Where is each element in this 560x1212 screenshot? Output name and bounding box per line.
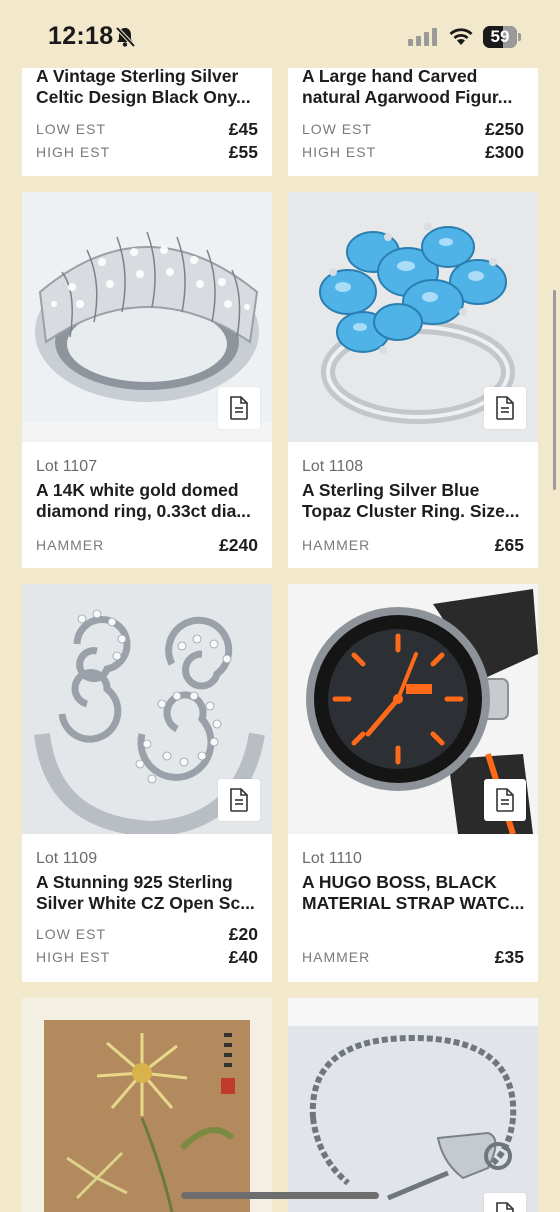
lot-image[interactable] — [288, 998, 538, 1212]
hammer-label: HAMMER — [302, 949, 371, 965]
low-est-value: £250 — [485, 119, 524, 139]
lot-image[interactable] — [22, 192, 272, 442]
high-est-value: £300 — [485, 142, 524, 162]
high-est-label: HIGH EST — [302, 144, 377, 160]
hammer-label: HAMMER — [36, 537, 105, 553]
document-icon — [496, 396, 514, 420]
lot-title: A 14K white gold domed diamond ring, 0.33… — [36, 480, 251, 521]
lot-number: Lot 1110 — [302, 850, 362, 867]
lot-title: A HUGO BOSS, BLACK MATERIAL STRAP WATC... — [302, 872, 525, 913]
status-time: 12:18 — [48, 22, 114, 50]
lot-card[interactable]: Lot 1109 A Stunning 925 Sterling Silver W… — [22, 584, 272, 982]
high-est-label: HIGH EST — [36, 949, 111, 965]
cellular-signal-icon — [408, 28, 437, 46]
scroll-indicator[interactable] — [553, 290, 556, 490]
high-est-value: £40 — [228, 947, 258, 967]
high-est-label: HIGH EST — [36, 144, 111, 160]
lot-number: Lot 1107 — [36, 458, 98, 475]
document-button[interactable] — [484, 779, 526, 821]
lot-image[interactable] — [288, 192, 538, 442]
hammer-label: HAMMER — [302, 537, 371, 553]
lot-number: Lot 1109 — [36, 850, 98, 867]
wifi-icon — [449, 28, 473, 45]
low-est-label: LOW EST — [302, 121, 373, 137]
flower-painting-image — [22, 998, 272, 1212]
lot-title: A Sterling Silver Blue Topaz Cluster Ring… — [302, 480, 520, 521]
lot-card[interactable]: Lot 1110 A HUGO BOSS, BLACK MATERIAL STRA… — [288, 584, 538, 982]
lot-title: A Stunning 925 Sterling Silver White CZ O… — [36, 872, 255, 913]
status-bar: 12:18 59 — [0, 0, 560, 68]
lot-card[interactable]: Lot 1108 A Sterling Silver Blue Topaz Clu… — [288, 192, 538, 568]
document-icon — [230, 788, 248, 812]
lot-card[interactable] — [288, 998, 538, 1212]
lot-title: A Large hand Carved natural Agarwood Figu… — [302, 66, 513, 107]
hammer-value: £65 — [494, 535, 524, 555]
lot-card[interactable]: Lot 1107 A 14K white gold domed diamond r… — [22, 192, 272, 568]
lot-number: Lot 1108 — [302, 458, 364, 475]
lot-image[interactable] — [22, 998, 272, 1212]
battery-percent: 59 — [490, 27, 510, 46]
lot-title: A Vintage Sterling Silver Celtic Design B… — [36, 66, 251, 107]
document-button[interactable] — [484, 1193, 526, 1212]
low-est-label: LOW EST — [36, 121, 107, 137]
document-icon — [230, 396, 248, 420]
lot-image[interactable] — [22, 584, 272, 834]
bell-slash-icon — [115, 26, 136, 48]
document-button[interactable] — [218, 387, 260, 429]
low-est-value: £45 — [228, 119, 258, 139]
document-button[interactable] — [218, 779, 260, 821]
hammer-value: £35 — [494, 947, 524, 967]
low-est-label: LOW EST — [36, 926, 107, 942]
document-icon — [496, 1202, 514, 1212]
high-est-value: £55 — [228, 142, 258, 162]
document-button[interactable] — [484, 387, 526, 429]
lot-card[interactable] — [22, 998, 272, 1212]
battery-icon: 59 — [483, 26, 521, 48]
document-icon — [496, 788, 514, 812]
hammer-value: £240 — [219, 535, 258, 555]
low-est-value: £20 — [228, 924, 258, 944]
lot-image[interactable] — [288, 584, 538, 834]
bracelet-image — [288, 998, 538, 1212]
home-indicator[interactable] — [181, 1192, 379, 1199]
